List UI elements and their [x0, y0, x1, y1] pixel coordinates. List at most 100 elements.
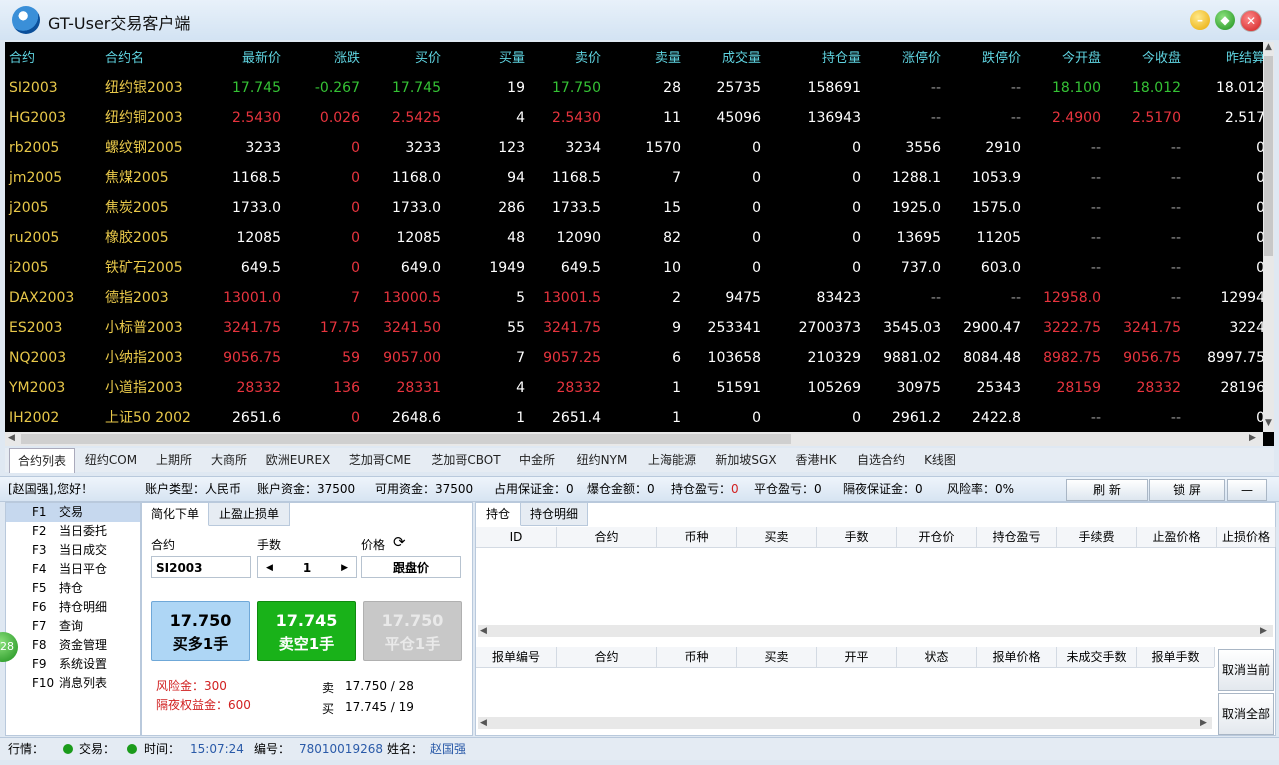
grid-column-header[interactable]: 未成交手数	[1057, 647, 1137, 667]
scroll-left-icon[interactable]: ◀	[8, 433, 15, 443]
tab-simple-order[interactable]: 简化下单	[142, 503, 209, 526]
tab-positions[interactable]: 持仓	[476, 503, 521, 526]
grid-column-header[interactable]: 买卖	[737, 647, 817, 667]
maximize-button[interactable]: ◆	[1215, 10, 1235, 30]
price-mode-select[interactable]: 跟盘价	[361, 556, 461, 578]
grid-column-header[interactable]: 止盈价格	[1137, 527, 1217, 547]
scroll-right-icon[interactable]: ▶	[1200, 718, 1207, 728]
quote-row[interactable]: NQ2003 小纳指2003 9056.75 59 9057.00 7 9057.25 6 10…	[5, 343, 1265, 373]
menu-item[interactable]: F2 当日委托	[6, 522, 140, 541]
exchange-tab[interactable]: 纽约COM	[77, 448, 145, 472]
column-header[interactable]: 买量	[445, 44, 525, 74]
grid-column-header[interactable]: 买卖	[737, 527, 817, 547]
column-header[interactable]: 昨结算	[1185, 44, 1265, 74]
exchange-tab[interactable]: 自选合约	[848, 448, 914, 472]
grid-column-header[interactable]: ID	[476, 527, 557, 547]
menu-item[interactable]: F1 交易	[6, 503, 140, 522]
exchange-tab[interactable]: 合约列表	[9, 448, 75, 473]
contract-input[interactable]: SI2003	[151, 556, 251, 578]
menu-item[interactable]: F9 系统设置	[6, 655, 140, 674]
column-header[interactable]: 成交量	[685, 44, 761, 74]
cancel-current-button[interactable]: 取消当前	[1218, 649, 1274, 691]
scroll-thumb[interactable]	[1264, 56, 1273, 256]
grid-column-header[interactable]: 开仓价	[897, 527, 977, 547]
scroll-thumb[interactable]	[21, 434, 791, 444]
quote-row[interactable]: DAX2003 德指2003 13001.0 7 13000.5 5 13001.5 2 947…	[5, 283, 1265, 313]
collapse-panel-button[interactable]: —	[1227, 479, 1267, 501]
quote-row[interactable]: ru2005 橡胶2005 12085 0 12085 48 12090 82 0 0 13695 1…	[5, 223, 1265, 253]
quote-row[interactable]: HG2003 纽约铜2003 2.5430 0.026 2.5425 4 2.5430 11 4…	[5, 103, 1265, 133]
sell-short-button[interactable]: 17.745 卖空1手	[257, 601, 356, 661]
quote-row[interactable]: SI2003 纽约银2003 17.745 -0.267 17.745 19 17.750 2…	[5, 73, 1265, 103]
exchange-tab[interactable]: 香港HK	[788, 448, 844, 472]
exchange-tab[interactable]: 芝加哥CME	[341, 448, 419, 472]
column-header[interactable]: 今收盘	[1105, 44, 1181, 74]
scroll-right-icon[interactable]: ▶	[1249, 433, 1256, 443]
scroll-up-icon[interactable]: ▲	[1265, 42, 1272, 52]
quote-row[interactable]: YM2003 小道指2003 28332 136 28331 4 28332 1 51591 10…	[5, 373, 1265, 403]
close-position-button[interactable]: 17.750 平仓1手	[363, 601, 462, 661]
column-header[interactable]: 卖价	[525, 44, 601, 74]
menu-item[interactable]: F8 资金管理	[6, 636, 140, 655]
pending-horizontal-scrollbar[interactable]: ◀ ▶	[478, 717, 1212, 729]
column-header[interactable]: 卖量	[605, 44, 681, 74]
column-header[interactable]: 最新价	[195, 44, 281, 74]
grid-column-header[interactable]: 币种	[657, 527, 737, 547]
buy-long-button[interactable]: 17.750 买多1手	[151, 601, 250, 661]
quote-row[interactable]: rb2005 螺纹钢2005 3233 0 3233 123 3234 1570 0 0 3556 2…	[5, 133, 1265, 163]
decrement-icon[interactable]: ◀	[266, 557, 273, 579]
menu-item[interactable]: F3 当日成交	[6, 541, 140, 560]
refresh-button[interactable]: 刷 新	[1066, 479, 1148, 501]
scroll-right-icon[interactable]: ▶	[1260, 626, 1267, 636]
exchange-tab[interactable]: 纽约NYM	[567, 448, 637, 472]
grid-column-header[interactable]: 手续费	[1057, 527, 1137, 547]
exchange-tab[interactable]: 中金所	[512, 448, 562, 472]
column-header[interactable]: 涨停价	[865, 44, 941, 74]
quote-row[interactable]: i2005 铁矿石2005 649.5 0 649.0 1949 649.5 10 0 0 737.…	[5, 253, 1265, 283]
grid-column-header[interactable]: 止损价格	[1217, 527, 1276, 547]
grid-column-header[interactable]: 手数	[817, 527, 897, 547]
quote-vertical-scrollbar[interactable]: ▲ ▼	[1263, 42, 1274, 432]
lock-screen-button[interactable]: 锁 屏	[1149, 479, 1225, 501]
column-header[interactable]: 合约	[9, 44, 99, 74]
refresh-price-icon[interactable]: ⟳	[393, 533, 406, 551]
exchange-tab[interactable]: 大商所	[203, 448, 255, 472]
column-header[interactable]: 买价	[365, 44, 441, 74]
grid-column-header[interactable]: 状态	[897, 647, 977, 667]
close-window-button[interactable]: ✕	[1240, 10, 1262, 32]
scroll-left-icon[interactable]: ◀	[480, 626, 487, 636]
quote-row[interactable]: j2005 焦炭2005 1733.0 0 1733.0 286 1733.5 15 0 0 192…	[5, 193, 1265, 223]
column-header[interactable]: 今开盘	[1025, 44, 1101, 74]
column-header[interactable]: 涨跌	[285, 44, 360, 74]
grid-column-header[interactable]: 持仓盈亏	[977, 527, 1057, 547]
exchange-tab[interactable]: 上期所	[149, 448, 199, 472]
column-header[interactable]: 跌停价	[945, 44, 1021, 74]
positions-horizontal-scrollbar[interactable]: ◀ ▶	[478, 625, 1273, 637]
cancel-all-button[interactable]: 取消全部	[1218, 693, 1274, 735]
quote-row[interactable]: jm2005 焦煤2005 1168.5 0 1168.0 94 1168.5 7 0 0 1288…	[5, 163, 1265, 193]
minimize-button[interactable]: –	[1190, 10, 1210, 30]
exchange-tab[interactable]: 芝加哥CBOT	[423, 448, 509, 472]
exchange-tab[interactable]: 欧洲EUREX	[260, 448, 336, 472]
qty-stepper[interactable]: ◀ 1 ▶	[257, 556, 357, 578]
grid-column-header[interactable]: 合约	[557, 647, 657, 667]
increment-icon[interactable]: ▶	[341, 557, 348, 579]
scroll-left-icon[interactable]: ◀	[480, 718, 487, 728]
quote-horizontal-scrollbar[interactable]: ◀ ▶	[5, 432, 1263, 446]
menu-item[interactable]: F4 当日平仓	[6, 560, 140, 579]
grid-column-header[interactable]: 报单手数	[1137, 647, 1215, 667]
exchange-tab[interactable]: 上海能源	[641, 448, 703, 472]
grid-column-header[interactable]: 合约	[557, 527, 657, 547]
menu-item[interactable]: F6 持仓明细	[6, 598, 140, 617]
exchange-tab[interactable]: 新加坡SGX	[708, 448, 784, 472]
grid-column-header[interactable]: 报单价格	[977, 647, 1057, 667]
exchange-tab[interactable]: K线图	[918, 448, 962, 472]
tab-position-details[interactable]: 持仓明细	[521, 503, 588, 526]
column-header[interactable]: 持仓量	[765, 44, 861, 74]
quote-row[interactable]: ES2003 小标普2003 3241.75 17.75 3241.50 55 3241.7…	[5, 313, 1265, 343]
column-header[interactable]: 合约名	[105, 44, 195, 74]
tab-stop-order[interactable]: 止盈止损单	[209, 503, 290, 526]
quote-row[interactable]: IH2002 上证50 2002 2651.6 0 2648.6 1 2651.4 1 0 0 29…	[5, 403, 1265, 433]
menu-item[interactable]: F5 持仓	[6, 579, 140, 598]
grid-column-header[interactable]: 开平	[817, 647, 897, 667]
